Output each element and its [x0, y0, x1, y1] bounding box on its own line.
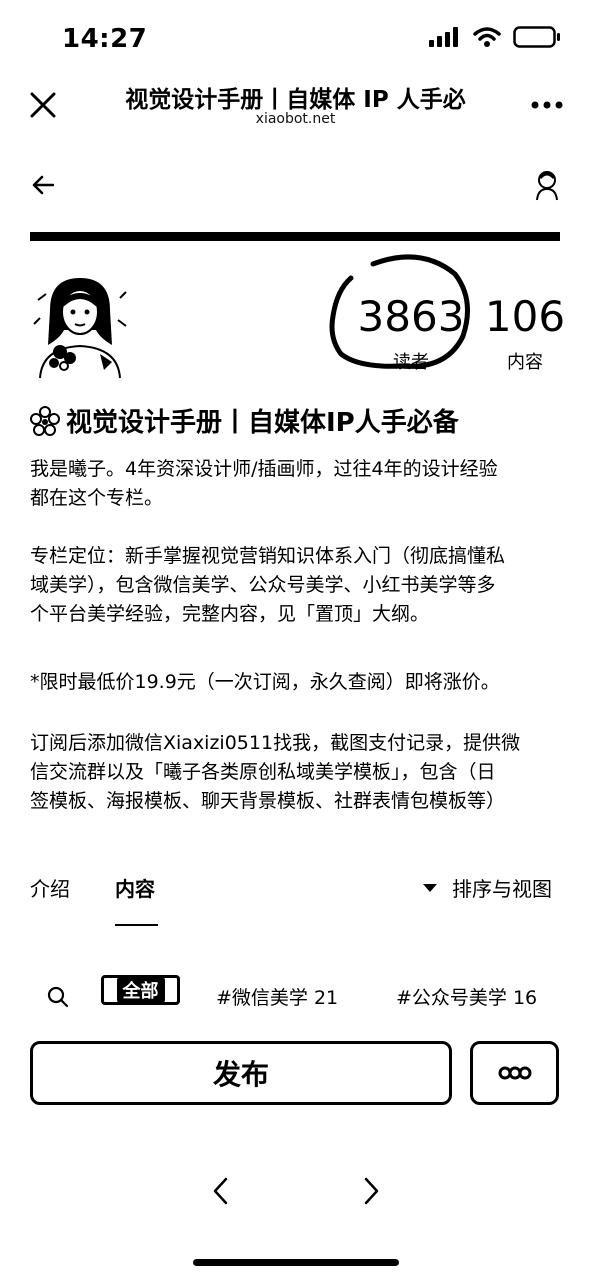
search-icon — [47, 986, 69, 1008]
column-title: 视觉设计手册丨自媒体IP人手必备 — [66, 408, 459, 438]
wifi-icon — [473, 27, 501, 47]
tab-intro[interactable]: 介绍 — [30, 873, 70, 902]
home-indicator[interactable] — [193, 1259, 399, 1266]
flower-icon — [30, 405, 60, 436]
sort-view-button[interactable]: 排序与视图 — [422, 873, 552, 902]
status-icons — [429, 26, 561, 48]
publish-button[interactable]: 发布 — [30, 1041, 452, 1105]
browser-back-button[interactable] — [206, 1176, 234, 1206]
page-title: 视觉设计手册丨自媒体 IP 人手必 — [125, 87, 466, 113]
hand-drawn-circle — [329, 254, 470, 369]
avatar-illustration — [33, 278, 127, 379]
battery-icon — [513, 26, 560, 48]
contents-count: 106 — [484, 292, 566, 341]
description-paragraph: *限时最低价19.9元（一次订阅，永久查阅）即将涨价。 — [30, 671, 500, 693]
filter-all-chip[interactable]: 全部 — [101, 975, 180, 1005]
back-button[interactable] — [30, 172, 56, 198]
chevron-left-icon — [213, 1177, 228, 1205]
more-menu-button[interactable] — [530, 95, 564, 115]
user-avatar-icon — [536, 171, 558, 201]
status-time: 14:27 — [62, 24, 148, 54]
active-tab-indicator — [115, 924, 158, 926]
arrow-left-icon — [32, 175, 54, 195]
description-paragraph: 订阅后添加微信Xiaxizi0511找我，截图支付记录，提供微 信交流群以及「曦… — [30, 732, 521, 812]
tab-content[interactable]: 内容 — [115, 873, 155, 902]
filter-all-label: 全部 — [116, 977, 165, 1003]
search-button[interactable] — [46, 985, 70, 1009]
caret-down-icon — [423, 883, 437, 892]
ellipsis-icon — [531, 101, 563, 109]
more-actions-button[interactable] — [470, 1041, 559, 1105]
description-paragraph: 专栏定位：新手掌握视觉营销知识体系入门（彻底搞懂私 域美学），包含微信美学、公众… — [30, 545, 506, 625]
page-url: xiaobot.net — [255, 111, 336, 127]
ellipsis-icon — [498, 1066, 531, 1080]
browser-forward-button[interactable] — [358, 1176, 386, 1206]
column-avatar — [30, 270, 130, 380]
contents-label: 内容 — [507, 352, 543, 373]
user-profile-button[interactable] — [532, 168, 562, 202]
header-divider — [30, 232, 560, 241]
chevron-right-icon — [364, 1177, 379, 1205]
sort-view-label: 排序与视图 — [452, 877, 552, 901]
signal-icon — [429, 27, 458, 47]
filter-tag-official-account[interactable]: #公众号美学 16 — [396, 983, 537, 1010]
description-paragraph: 我是曦子。4年资深设计师/插画师，过往4年的设计经验 都在这个专栏。 — [30, 458, 498, 509]
filter-tag-wechat[interactable]: #微信美学 21 — [216, 983, 338, 1010]
column-heading: 视觉设计手册丨自媒体IP人手必备 — [30, 402, 459, 439]
publish-label: 发布 — [212, 1058, 269, 1091]
